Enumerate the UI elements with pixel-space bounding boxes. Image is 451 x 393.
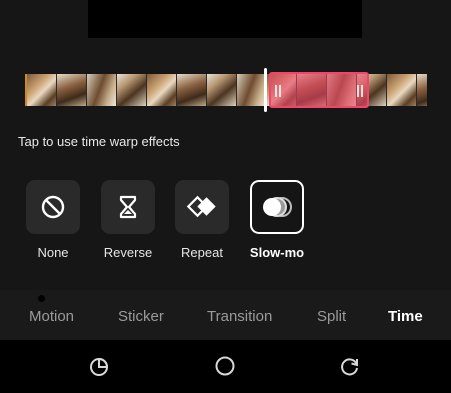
notification-dot xyxy=(38,295,45,302)
effect-reverse-tile[interactable] xyxy=(101,180,155,234)
effect-none-tile[interactable] xyxy=(26,180,80,234)
repeat-icon xyxy=(186,195,216,218)
thumbnail-frame xyxy=(117,74,147,106)
time-effect-range[interactable] xyxy=(269,72,369,108)
hint-text: Tap to use time warp effects xyxy=(18,134,180,149)
tab-sticker[interactable]: Sticker xyxy=(118,308,164,325)
playhead[interactable] xyxy=(264,68,267,112)
tab-time[interactable]: Time xyxy=(388,308,423,325)
reverse-icon xyxy=(119,195,137,219)
effect-slowmo-label: Slow-mo xyxy=(249,245,305,260)
slowmo-icon xyxy=(263,197,292,217)
effect-repeat-tile[interactable] xyxy=(175,180,229,234)
tab-transition[interactable]: Transition xyxy=(207,308,272,325)
effect-none-button[interactable]: None xyxy=(26,180,80,260)
range-end-handle[interactable] xyxy=(357,85,363,97)
video-timeline[interactable] xyxy=(25,68,427,112)
recent-apps-icon[interactable] xyxy=(88,355,110,377)
home-icon[interactable] xyxy=(214,355,236,377)
thumbnail-frame xyxy=(147,74,177,106)
editor-tab-bar: Motion Sticker Transition Split Time xyxy=(0,290,451,340)
effect-slowmo-tile[interactable] xyxy=(250,180,304,234)
thumbnail-frame xyxy=(417,74,427,106)
range-start-handle[interactable] xyxy=(275,85,281,97)
effect-reverse-button[interactable]: Reverse xyxy=(101,180,155,260)
thumbnail-frame xyxy=(177,74,207,106)
video-preview xyxy=(88,0,362,38)
thumbnail-frame xyxy=(27,74,57,106)
tab-motion[interactable]: Motion xyxy=(29,308,74,325)
thumbnail-frame xyxy=(207,74,237,106)
none-icon xyxy=(41,195,65,219)
tab-split[interactable]: Split xyxy=(317,308,346,325)
back-icon[interactable] xyxy=(339,355,361,377)
thumbnail-frame xyxy=(387,74,417,106)
thumbnail-frame xyxy=(57,74,87,106)
thumbnail-frame xyxy=(87,74,117,106)
effect-repeat-button[interactable]: Repeat xyxy=(175,180,229,260)
effect-slowmo-button[interactable]: Slow-mo xyxy=(250,180,304,260)
thumbnail-frame xyxy=(237,74,267,106)
system-navigation-bar xyxy=(0,340,451,393)
